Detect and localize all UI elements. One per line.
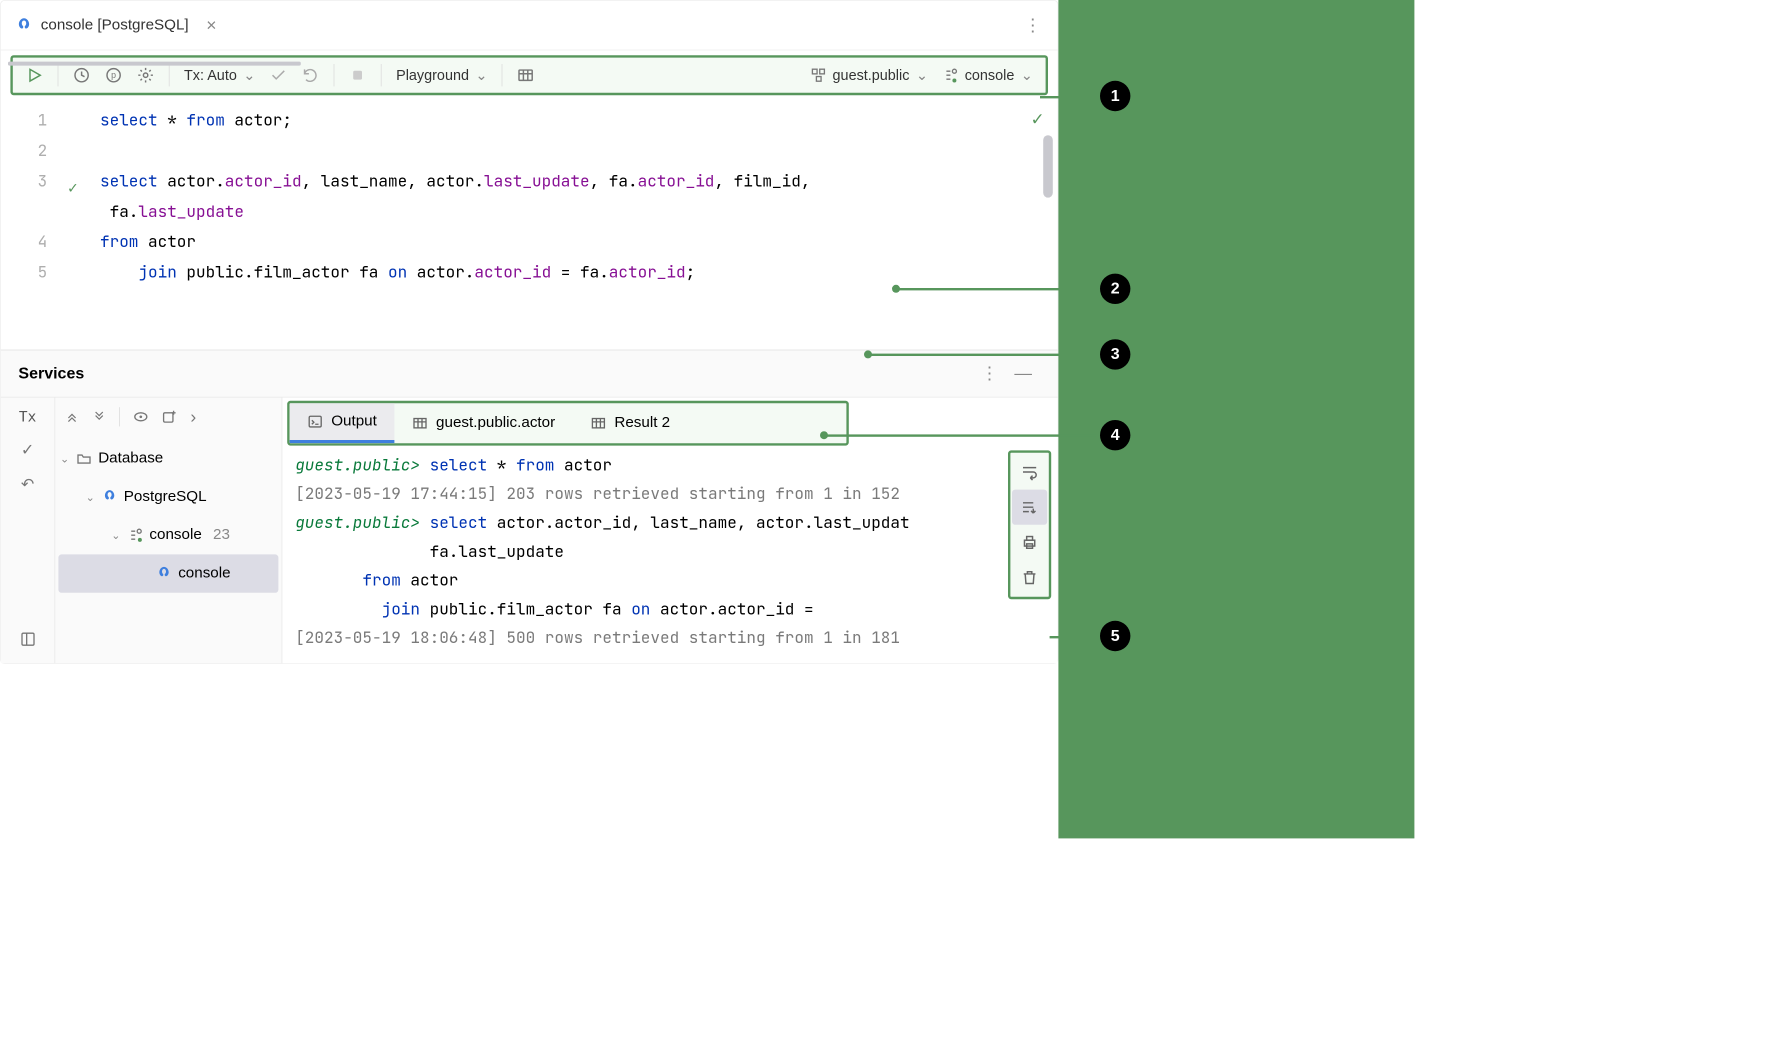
new-session-icon[interactable] bbox=[158, 406, 180, 428]
services-tree-toolbar: › bbox=[55, 398, 281, 436]
services-left-strip: Tx ✓ ↶ bbox=[1, 398, 55, 664]
services-tree[interactable]: ⌄Database⌄PostgreSQL⌄console23⌄console bbox=[55, 436, 281, 596]
services-title: Services bbox=[18, 364, 84, 382]
editor-tabs: console [PostgreSQL] × ⋮ bbox=[1, 1, 1058, 51]
minimize-icon[interactable]: — bbox=[1006, 360, 1040, 387]
inspection-ok-icon[interactable]: ✓ bbox=[1032, 106, 1044, 131]
settings-icon[interactable] bbox=[132, 63, 159, 87]
editor-gutter: 123✓45 bbox=[1, 100, 94, 350]
chevron-right-icon[interactable]: › bbox=[187, 403, 199, 430]
output-toolbox bbox=[1008, 450, 1051, 599]
tree-node[interactable]: ⌄console23 bbox=[55, 516, 281, 554]
result-tabs: Outputguest.public.actorResult 2 bbox=[287, 401, 849, 446]
show-icon[interactable] bbox=[130, 406, 152, 428]
soft-wrap-icon[interactable] bbox=[1012, 454, 1047, 489]
in-editor-results-icon[interactable] bbox=[512, 63, 539, 87]
resolve-mode-dropdown[interactable]: Playground⌄ bbox=[391, 65, 492, 85]
editor-tab-console[interactable]: console [PostgreSQL] × bbox=[9, 8, 223, 42]
close-icon[interactable]: × bbox=[206, 15, 216, 36]
result-tab[interactable]: Output bbox=[290, 403, 395, 443]
rollback-icon[interactable] bbox=[297, 63, 324, 87]
explain-plan-icon[interactable]: p bbox=[100, 63, 127, 87]
tree-node[interactable]: ⌄console bbox=[58, 554, 278, 592]
editor-scrollbar[interactable] bbox=[1043, 135, 1053, 197]
run-button[interactable] bbox=[21, 63, 48, 87]
rollback-icon[interactable]: ↶ bbox=[16, 470, 39, 500]
stop-icon[interactable] bbox=[344, 63, 371, 87]
editor-tab-label: console [PostgreSQL] bbox=[41, 16, 189, 34]
session-dropdown[interactable]: console⌄ bbox=[937, 65, 1037, 85]
result-tab[interactable]: guest.public.actor bbox=[394, 403, 572, 443]
tree-node[interactable]: ⌄PostgreSQL bbox=[55, 478, 281, 516]
schema-icon bbox=[810, 67, 826, 83]
collapse-all-icon[interactable] bbox=[89, 406, 110, 427]
scroll-to-end-icon[interactable] bbox=[1012, 490, 1047, 525]
background-strip bbox=[1058, 0, 1414, 838]
services-panel: Services ⋮ — Tx ✓ ↶ bbox=[1, 350, 1058, 664]
tx-label: Tx bbox=[14, 404, 41, 430]
commit-icon[interactable] bbox=[265, 63, 292, 87]
tx-mode-dropdown[interactable]: Tx: Auto⌄ bbox=[179, 65, 260, 85]
svg-text:p: p bbox=[111, 70, 116, 80]
tree-node[interactable]: ⌄Database bbox=[55, 439, 281, 477]
schema-dropdown[interactable]: guest.public⌄ bbox=[805, 65, 932, 85]
result-tab[interactable]: Result 2 bbox=[573, 403, 688, 443]
kebab-icon[interactable]: ⋮ bbox=[1016, 12, 1050, 39]
tab-indicator bbox=[8, 62, 301, 66]
layout-icon[interactable] bbox=[15, 626, 41, 656]
console-output[interactable]: guest.public> select * from actor[2023-0… bbox=[282, 446, 1057, 664]
kebab-icon[interactable]: ⋮ bbox=[973, 360, 1007, 387]
ide-window: console [PostgreSQL] × ⋮ p Tx: Auto⌄ bbox=[0, 0, 1058, 664]
editor-code[interactable]: select * from actor;select actor.actor_i… bbox=[94, 100, 1058, 350]
datasource-icon bbox=[942, 67, 958, 83]
sql-editor[interactable]: 123✓45 select * from actor;select actor.… bbox=[1, 100, 1058, 350]
history-icon[interactable] bbox=[68, 63, 95, 87]
trash-icon[interactable] bbox=[1012, 560, 1047, 595]
expand-all-icon[interactable] bbox=[62, 406, 83, 427]
print-icon[interactable] bbox=[1012, 525, 1047, 560]
commit-icon[interactable]: ✓ bbox=[16, 435, 39, 465]
postgres-icon bbox=[15, 16, 33, 34]
